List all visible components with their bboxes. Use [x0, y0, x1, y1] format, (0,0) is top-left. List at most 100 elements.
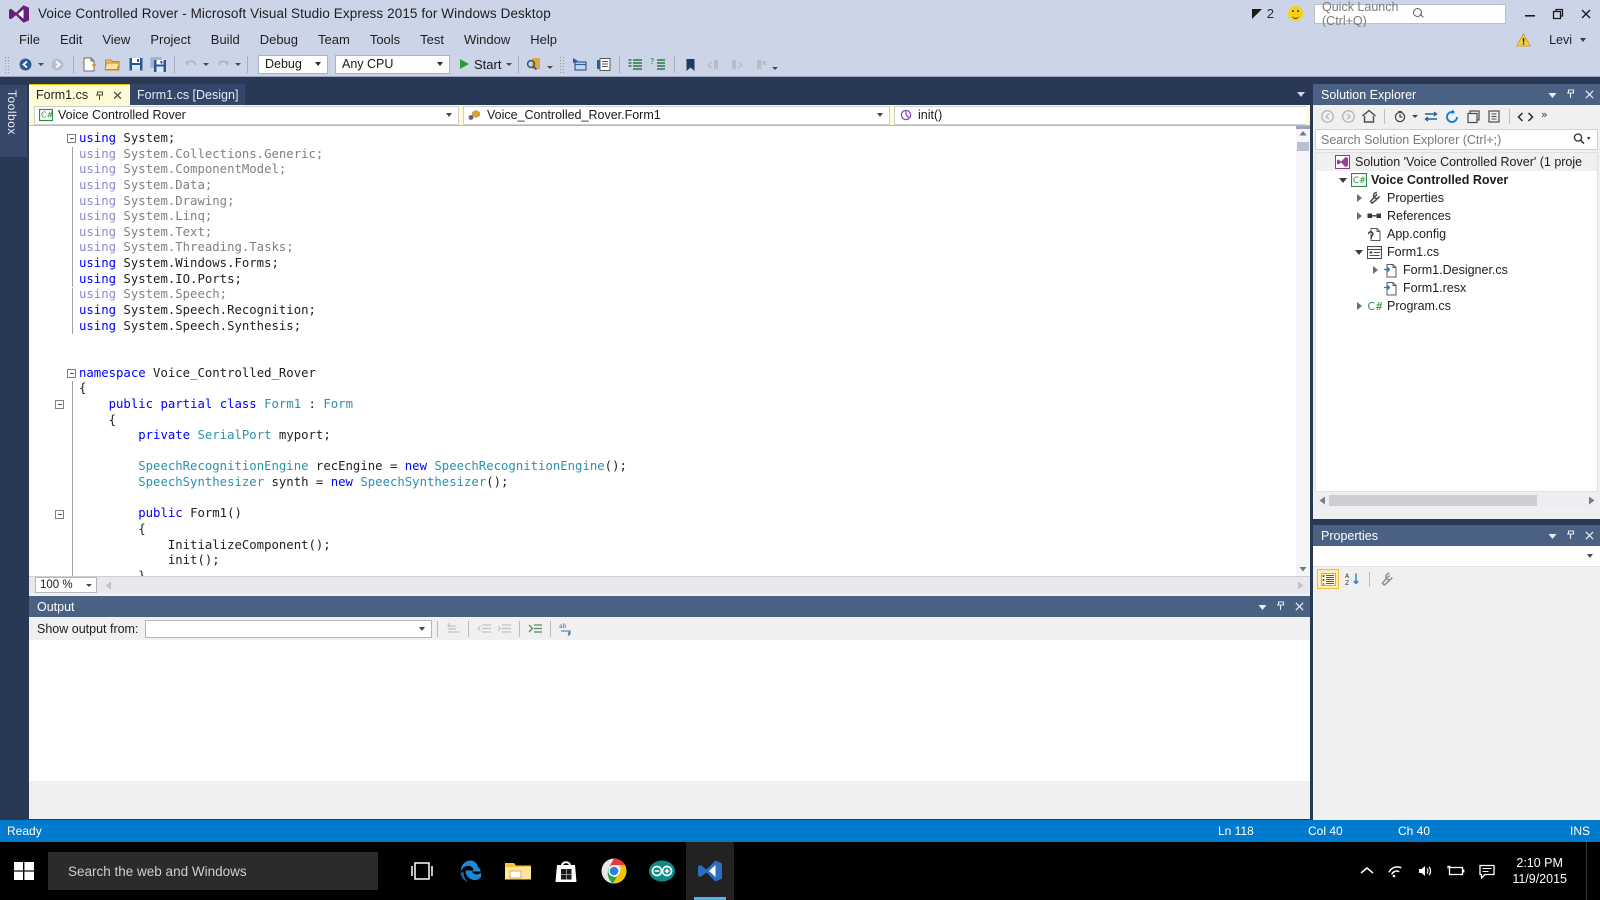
source-code[interactable]: using System;using System.Collections.Ge…: [79, 131, 627, 576]
go-to-next-message-button[interactable]: [494, 619, 514, 639]
taskbar-clock[interactable]: 2:10 PM 11/9/2015: [1512, 855, 1567, 887]
microsoft-edge-icon[interactable]: [446, 842, 494, 900]
pending-changes-dropdown-icon[interactable]: [1412, 115, 1418, 118]
properties-window-button[interactable]: [593, 54, 614, 75]
properties-object-dropdown[interactable]: [1313, 546, 1600, 567]
solution-explorer-button[interactable]: [570, 54, 591, 75]
solution-platform-dropdown[interactable]: Any CPU: [335, 55, 450, 74]
visual-studio-icon[interactable]: [686, 842, 734, 900]
save-all-button[interactable]: [148, 54, 169, 75]
restore-button[interactable]: [1544, 0, 1572, 27]
undo-button[interactable]: [180, 54, 201, 75]
chevron-down-icon[interactable]: [1548, 89, 1557, 101]
find-in-files-button[interactable]: [524, 54, 545, 75]
chevron-down-icon[interactable]: [1336, 171, 1350, 189]
toolbar-overflow-icon-2[interactable]: [772, 67, 778, 70]
outlining-collapse-icon[interactable]: [67, 134, 76, 143]
navigate-backward-dropdown-icon[interactable]: [38, 63, 44, 66]
previous-bookmark-button[interactable]: [703, 54, 724, 75]
outlining-collapse-icon[interactable]: [55, 400, 64, 409]
toolbar-grip-2[interactable]: [559, 56, 566, 73]
tree-node[interactable]: Form1.resx: [1316, 279, 1597, 297]
network-icon[interactable]: [1387, 864, 1404, 878]
show-output-from-dropdown[interactable]: [145, 620, 432, 638]
menu-project[interactable]: Project: [141, 29, 199, 50]
scroll-down-icon[interactable]: [1296, 562, 1310, 576]
show-all-files-button[interactable]: [1484, 107, 1504, 127]
tab-strip-overflow[interactable]: [1297, 84, 1310, 105]
find-message-button[interactable]: [443, 619, 463, 639]
refresh-button[interactable]: [1442, 107, 1462, 127]
chevron-down-icon[interactable]: [1352, 243, 1366, 261]
back-button[interactable]: [1317, 107, 1337, 127]
toolbar-grip[interactable]: [4, 56, 11, 73]
scroll-right-icon[interactable]: [1293, 578, 1307, 593]
new-project-button[interactable]: [79, 54, 100, 75]
scrollbar-thumb[interactable]: [1297, 142, 1309, 151]
forward-button[interactable]: [1338, 107, 1358, 127]
menu-debug[interactable]: Debug: [251, 29, 307, 50]
toolbox-tab[interactable]: Toolbox: [0, 85, 27, 157]
close-icon[interactable]: [1585, 530, 1594, 542]
tree-node[interactable]: Properties: [1316, 189, 1597, 207]
home-button[interactable]: [1359, 107, 1379, 127]
user-account-name[interactable]: Levi: [1549, 33, 1572, 47]
menu-edit[interactable]: Edit: [51, 29, 91, 50]
zoom-level-dropdown[interactable]: 100 %: [35, 577, 97, 593]
chevron-right-icon[interactable]: [1352, 207, 1366, 225]
chevron-down-icon[interactable]: [1580, 38, 1586, 42]
categorized-button[interactable]: [1317, 569, 1339, 589]
solution-explorer-search-input[interactable]: Search Solution Explorer (Ctrl+;): [1315, 129, 1598, 150]
windows-store-icon[interactable]: [542, 842, 590, 900]
navbar-type-dropdown[interactable]: Voice_Controlled_Rover.Form1: [463, 106, 890, 125]
tab-form1-cs-design[interactable]: Form1.cs [Design]: [130, 84, 245, 105]
toggle-bookmark-button[interactable]: [680, 54, 701, 75]
scroll-left-icon[interactable]: [1315, 496, 1329, 505]
tree-node[interactable]: Form1.Designer.cs: [1316, 261, 1597, 279]
chevron-down-icon[interactable]: [1258, 601, 1267, 613]
menu-tools[interactable]: Tools: [361, 29, 409, 50]
open-file-button[interactable]: [102, 54, 123, 75]
scrollbar-thumb[interactable]: [1329, 495, 1537, 506]
go-to-previous-message-button[interactable]: [474, 619, 494, 639]
battery-icon[interactable]: [1446, 865, 1466, 877]
minimize-button[interactable]: [1516, 0, 1544, 27]
file-explorer-icon[interactable]: [494, 842, 542, 900]
toggle-word-wrap-button[interactable]: ab: [556, 619, 576, 639]
navbar-member-dropdown[interactable]: init(): [894, 106, 1306, 125]
menu-file[interactable]: File: [10, 29, 49, 50]
properties-view-button[interactable]: [1376, 569, 1398, 589]
clear-bookmarks-button[interactable]: [749, 54, 770, 75]
chevron-right-icon[interactable]: [1352, 297, 1366, 315]
menu-view[interactable]: View: [93, 29, 139, 50]
menu-team[interactable]: Team: [309, 29, 359, 50]
view-code-button[interactable]: [1515, 107, 1535, 127]
code-editor[interactable]: using System;using System.Collections.Ge…: [29, 126, 1310, 576]
solution-explorer-horizontal-scrollbar[interactable]: [1315, 493, 1598, 508]
volume-icon[interactable]: [1417, 864, 1433, 878]
comment-selection-button[interactable]: [625, 54, 646, 75]
redo-button[interactable]: [212, 54, 233, 75]
outlining-collapse-icon[interactable]: [67, 369, 76, 378]
undo-dropdown-icon[interactable]: [203, 63, 209, 66]
close-icon[interactable]: [1295, 601, 1304, 613]
action-center-icon[interactable]: [1479, 864, 1495, 879]
show-hidden-icons-icon[interactable]: [1360, 866, 1374, 876]
tree-node[interactable]: Form1.cs: [1316, 243, 1597, 261]
tree-node[interactable]: C#Voice Controlled Rover: [1316, 171, 1597, 189]
solution-configuration-dropdown[interactable]: Debug: [258, 55, 328, 74]
toolbar-overflow-button[interactable]: »: [1536, 107, 1556, 127]
pin-icon[interactable]: [1566, 529, 1576, 542]
pending-changes-button[interactable]: [1390, 107, 1410, 127]
notifications-button[interactable]: 2: [1252, 6, 1274, 21]
chevron-down-icon[interactable]: [1548, 530, 1557, 542]
output-text-area[interactable]: [29, 640, 1310, 781]
start-dropdown-icon[interactable]: [506, 63, 512, 66]
pin-icon[interactable]: [95, 90, 105, 101]
taskbar-search-input[interactable]: Search the web and Windows: [48, 852, 378, 890]
start-debug-button[interactable]: Start: [460, 57, 501, 72]
google-chrome-icon[interactable]: [590, 842, 638, 900]
navigate-forward-button[interactable]: [47, 54, 68, 75]
editor-vertical-scrollbar[interactable]: [1296, 126, 1310, 576]
tree-node[interactable]: C#Program.cs: [1316, 297, 1597, 315]
